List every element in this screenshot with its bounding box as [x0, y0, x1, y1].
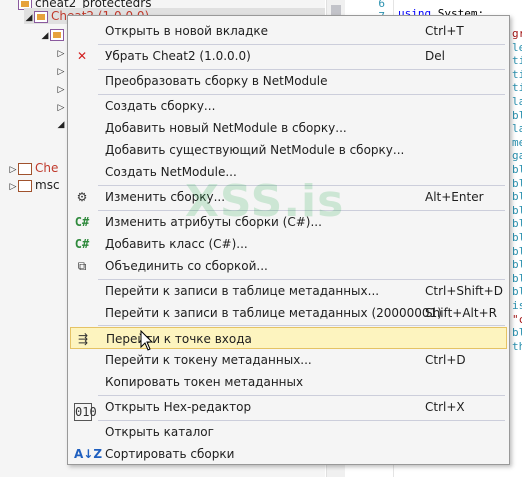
- assembly-icon: [50, 28, 64, 41]
- menu-item-open-hex-editor[interactable]: 010 Открыть Hex-редактор Ctrl+X: [70, 396, 507, 421]
- code-fragment: bl: [512, 176, 522, 190]
- menu-item-open-folder[interactable]: Открыть каталог: [70, 421, 507, 443]
- menu-item-create-assembly[interactable]: Создать сборку...: [70, 95, 507, 117]
- tree-node-label: Che: [35, 161, 59, 175]
- menu-item-goto-md-table-row[interactable]: Перейти к записи в таблице метаданных...…: [70, 280, 507, 302]
- menu-item-merge-with-assembly[interactable]: ⧉ Объединить со сборкой...: [70, 255, 507, 277]
- menu-item-label: Перейти к токену метаданных...: [105, 353, 312, 367]
- menu-item-goto-md-token[interactable]: Перейти к токену метаданных... Ctrl+D: [70, 349, 507, 371]
- tree-node-label: msc: [35, 178, 60, 192]
- code-fragment: bl: [512, 163, 522, 176]
- code-fragment: "c: [512, 312, 522, 326]
- menu-item-label: Перейти к записи в таблице метаданных...: [105, 284, 380, 298]
- line-number: 6: [378, 0, 385, 10]
- expand-toggle-icon[interactable]: ▷: [56, 100, 66, 116]
- code-fragment: ti: [512, 67, 522, 81]
- expand-toggle-icon[interactable]: ◢: [40, 28, 50, 44]
- assembly-icon: [18, 162, 32, 175]
- code-fragment: th: [512, 339, 522, 353]
- menu-item-shortcut: Ctrl+T: [425, 24, 464, 38]
- tree-node[interactable]: ▷ Che: [8, 160, 59, 178]
- menu-item-shortcut: Shift+Alt+R: [425, 306, 497, 320]
- remove-x-icon: ✕: [76, 49, 88, 63]
- menu-item-add-existing-netmodule[interactable]: Добавить существующий NetModule в сборку…: [70, 139, 507, 161]
- expand-toggle-icon[interactable]: ▷: [8, 162, 18, 178]
- menu-item-shortcut: Ctrl+X: [425, 400, 465, 414]
- menu-separator: [98, 325, 505, 326]
- menu-item-label: Открыть в новой вкладке: [105, 24, 269, 38]
- expand-toggle-icon[interactable]: ▷: [8, 179, 18, 195]
- menu-item-add-class[interactable]: C# Добавить класс (C#)...: [70, 233, 507, 255]
- code-fragment: la: [512, 122, 522, 136]
- code-fragment: bl: [512, 231, 522, 244]
- menu-item-label: Перейти к записи в таблице метаданных (2…: [105, 306, 442, 320]
- code-fragment: ti: [512, 81, 522, 95]
- expand-toggle-icon[interactable]: ▷: [56, 64, 66, 80]
- code-fragment: ti: [512, 54, 522, 68]
- menu-item-label: Сортировать сборки: [105, 447, 235, 461]
- menu-item-label: Объединить со сборкой...: [105, 259, 268, 273]
- code-fragment: bl: [512, 203, 522, 217]
- merge-icon: ⧉: [77, 259, 87, 273]
- code-fragment: bl: [512, 244, 522, 258]
- sort-az-icon: A↓Z: [74, 447, 103, 461]
- tree-node[interactable]: ◢: [40, 26, 67, 42]
- code-fragment: bl: [512, 258, 522, 272]
- menu-item-label: Копировать токен метаданных: [105, 375, 304, 389]
- code-fragment: bl: [512, 326, 522, 340]
- code-fragment: le: [512, 40, 522, 54]
- menu-item-shortcut: Alt+Enter: [425, 190, 484, 204]
- menu-item-add-new-netmodule[interactable]: Добавить новый NetModule в сборку...: [70, 117, 507, 139]
- menu-item-label: Перейти к точке входа: [106, 332, 252, 346]
- assembly-icon: [34, 10, 48, 23]
- expand-toggle-icon[interactable]: ◢: [56, 117, 66, 133]
- code-fragment: ga: [512, 149, 522, 163]
- assembly-icon: [18, 179, 32, 192]
- code-fragment: gr: [512, 27, 522, 40]
- menu-item-label: Добавить существующий NetModule в сборку…: [105, 143, 405, 157]
- code-fragment: bl: [512, 285, 522, 299]
- tree-node[interactable]: ▷ msc: [8, 177, 60, 193]
- hex-editor-icon: 010: [74, 403, 97, 421]
- expand-toggle-icon[interactable]: ◢: [24, 10, 34, 26]
- code-fragment: bl: [512, 108, 522, 122]
- csharp-icon: C#: [74, 215, 90, 229]
- code-fragment: bl: [512, 271, 522, 285]
- menu-item-label: Добавить новый NetModule в сборку...: [105, 121, 347, 135]
- menu-item-open-new-tab[interactable]: Открыть в новой вкладке Ctrl+T: [70, 20, 507, 42]
- menu-item-label: Открыть каталог: [105, 425, 214, 439]
- code-fragment: is: [512, 299, 522, 312]
- menu-item-label: Добавить класс (C#)...: [105, 237, 248, 251]
- menu-item-goto-entry-point[interactable]: ⇶ Перейти к точке входа: [70, 327, 507, 349]
- menu-item-label: Создать сборку...: [105, 99, 216, 113]
- expand-toggle-icon[interactable]: ▷: [56, 46, 66, 62]
- code-fragment: la: [512, 95, 522, 108]
- watermark: XSS.is: [185, 176, 345, 227]
- menu-item-label: Преобразовать сборку в NetModule: [105, 74, 328, 88]
- code-fragment: me: [512, 135, 522, 149]
- menu-item-label: Убрать Cheat2 (1.0.0.0): [105, 49, 251, 63]
- gear-icon: ⚙: [76, 190, 88, 204]
- code-fragment: bl: [512, 190, 522, 204]
- menu-item-shortcut: Ctrl+Shift+D: [425, 284, 503, 298]
- menu-item-copy-md-token[interactable]: Копировать токен метаданных: [70, 371, 507, 393]
- menu-item-shortcut: Ctrl+D: [425, 353, 466, 367]
- menu-item-remove-assembly[interactable]: ✕ Убрать Cheat2 (1.0.0.0) Del: [70, 45, 507, 67]
- mouse-cursor-icon: [140, 330, 154, 351]
- menu-item-label: Открыть Hex-редактор: [105, 400, 252, 414]
- menu-item-goto-md-table-row-token[interactable]: Перейти к записи в таблице метаданных (2…: [70, 302, 507, 324]
- menu-item-convert-to-netmodule[interactable]: Преобразовать сборку в NetModule: [70, 70, 507, 92]
- entry-point-icon: ⇶: [77, 332, 89, 346]
- expand-toggle-icon[interactable]: ▷: [56, 82, 66, 98]
- csharp-icon: C#: [74, 237, 90, 251]
- assembly-context-menu: Открыть в новой вкладке Ctrl+T ✕ Убрать …: [67, 15, 510, 465]
- menu-item-shortcut: Del: [425, 49, 445, 63]
- menu-item-sort-assemblies[interactable]: A↓Z Сортировать сборки: [70, 443, 507, 465]
- code-fragment: bl: [512, 217, 522, 231]
